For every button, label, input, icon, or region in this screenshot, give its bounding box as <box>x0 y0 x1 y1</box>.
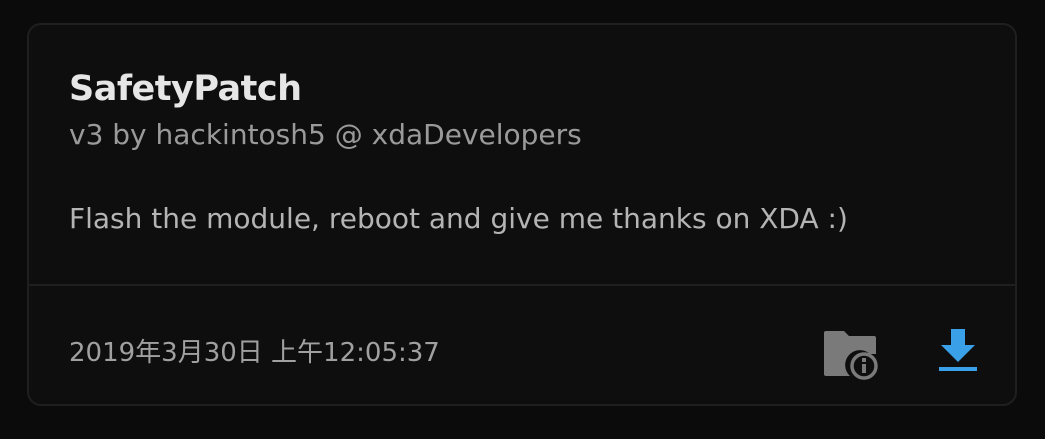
folder-info-icon <box>824 331 878 380</box>
download-button[interactable] <box>928 317 988 377</box>
module-version-author: v3 by hackintosh5 @ xdaDevelopers <box>69 118 582 151</box>
module-card-footer: 2019年3月30日 上午12:05:37 <box>29 286 1015 404</box>
download-icon <box>939 329 977 371</box>
module-title: SafetyPatch <box>69 69 302 109</box>
module-card-body: SafetyPatch v3 by hackintosh5 @ xdaDevel… <box>29 25 1015 284</box>
module-date: 2019年3月30日 上午12:05:37 <box>69 338 440 368</box>
module-description: Flash the module, reboot and give me tha… <box>69 202 848 235</box>
folder-info-button[interactable] <box>822 321 882 381</box>
module-card[interactable]: SafetyPatch v3 by hackintosh5 @ xdaDevel… <box>27 23 1017 406</box>
